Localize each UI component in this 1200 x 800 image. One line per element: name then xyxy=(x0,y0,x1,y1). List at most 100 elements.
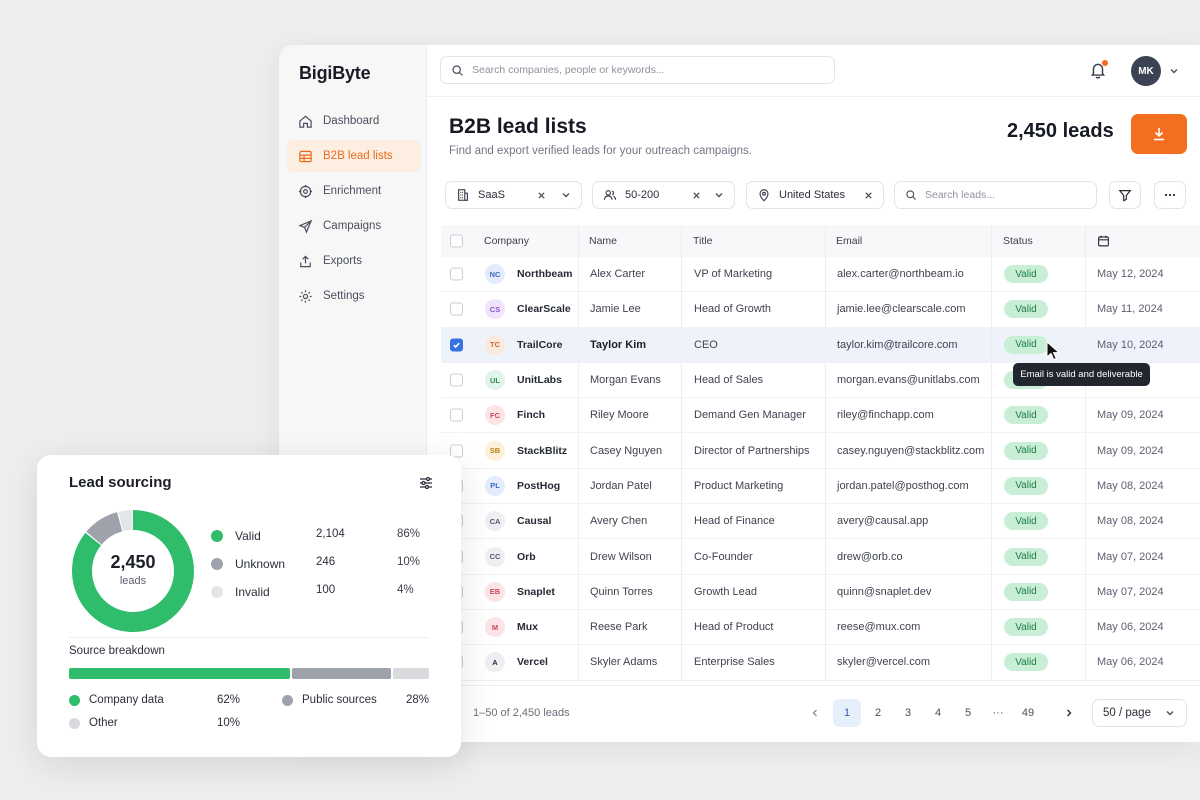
sidebar-item-dashboard[interactable]: Dashboard xyxy=(287,105,421,137)
column-header-company[interactable]: Company xyxy=(484,235,529,247)
avatar[interactable]: MK xyxy=(1131,56,1161,86)
lead-email[interactable]: riley@finchapp.com xyxy=(837,409,934,421)
page-button[interactable]: 5 xyxy=(954,699,982,727)
next-page-button[interactable] xyxy=(1055,699,1083,727)
lead-email[interactable]: reese@mux.com xyxy=(837,621,920,633)
row-checkbox[interactable] xyxy=(450,373,463,387)
table-row[interactable]: FC Finch Riley Moore Demand Gen Manager rile… xyxy=(441,398,1200,434)
lead-email[interactable]: drew@orb.co xyxy=(837,551,903,563)
sidebar-item-exports[interactable]: Exports xyxy=(287,245,421,277)
row-checkbox[interactable] xyxy=(450,338,463,352)
company-name[interactable]: Causal xyxy=(517,515,551,527)
page-button: ··· xyxy=(992,707,1004,719)
table-row[interactable]: SB StackBlitz Casey Nguyen Director of Part… xyxy=(441,433,1200,469)
company-name[interactable]: ClearScale xyxy=(517,303,571,315)
chevron-down-icon[interactable] xyxy=(1169,66,1179,76)
global-search-input[interactable]: Search companies, people or keywords... xyxy=(440,56,835,84)
table-row[interactable]: TC TrailCore Taylor Kim CEO taylor.kim@trail… xyxy=(441,327,1200,363)
lead-title: CEO xyxy=(694,338,718,351)
sidebar-item-settings[interactable]: Settings xyxy=(287,280,421,312)
lead-email[interactable]: taylor.kim@trailcore.com xyxy=(837,339,958,351)
lead-email[interactable]: morgan.evans@unitlabs.com xyxy=(837,374,980,386)
column-divider xyxy=(991,433,992,468)
sidebar-item-campaigns[interactable]: Campaigns xyxy=(287,210,421,242)
lead-search-input[interactable]: Search leads... xyxy=(894,181,1097,209)
status-badge: Valid xyxy=(1004,653,1048,672)
page-button[interactable]: 3 xyxy=(894,699,922,727)
page-button[interactable]: 1 xyxy=(833,699,861,727)
company-name[interactable]: Mux xyxy=(517,621,538,633)
chevron-down-icon[interactable] xyxy=(561,190,571,200)
status-badge: Valid xyxy=(1004,582,1048,601)
company-name[interactable]: Snaplet xyxy=(517,586,555,598)
lead-email[interactable]: avery@causal.app xyxy=(837,515,928,527)
topbar: Search companies, people or keywords... … xyxy=(427,45,1200,97)
column-header-status[interactable]: Status xyxy=(1003,235,1033,247)
column-header-title[interactable]: Title xyxy=(693,235,712,247)
source-dot xyxy=(69,695,80,706)
column-divider xyxy=(825,609,826,645)
company-name[interactable]: Finch xyxy=(517,409,545,421)
prev-page-button[interactable] xyxy=(801,699,829,727)
lead-email[interactable]: jordan.patel@posthog.com xyxy=(837,480,969,492)
chevron-down-icon[interactable] xyxy=(714,190,724,200)
column-divider xyxy=(825,362,826,398)
lead-email[interactable]: jamie.lee@clearscale.com xyxy=(837,303,966,315)
select-all-checkbox[interactable] xyxy=(450,234,463,248)
lead-email[interactable]: skyler@vercel.com xyxy=(837,656,930,668)
company-size-filter[interactable]: 50-200 xyxy=(592,181,735,209)
lead-name: Reese Park xyxy=(590,621,648,634)
column-header-email[interactable]: Email xyxy=(836,235,862,247)
lead-email[interactable]: quinn@snaplet.dev xyxy=(837,586,931,598)
industry-filter[interactable]: SaaS xyxy=(445,181,582,209)
source-dot xyxy=(282,695,293,706)
table-row[interactable]: NC Northbeam Alex Carter VP of Marketing ale… xyxy=(441,257,1200,293)
table-row[interactable]: M Mux Reese Park Head of Product reese@mux.c… xyxy=(441,609,1200,646)
column-divider xyxy=(1085,257,1086,292)
row-checkbox[interactable] xyxy=(450,302,463,316)
column-header-name[interactable]: Name xyxy=(589,235,617,247)
location-filter[interactable]: United States xyxy=(746,181,884,209)
page-subtitle: Find and export verified leads for your … xyxy=(449,145,752,157)
company-name[interactable]: StackBlitz xyxy=(517,445,567,457)
sliders-icon[interactable] xyxy=(418,475,434,491)
company-name[interactable]: Northbeam xyxy=(517,268,572,280)
sidebar-item-label: Campaigns xyxy=(323,220,382,232)
company-name[interactable]: Vercel xyxy=(517,656,548,668)
close-icon[interactable] xyxy=(864,191,873,200)
download-button[interactable] xyxy=(1131,114,1187,154)
table-row[interactable]: CA Causal Avery Chen Head of Finance avery@c… xyxy=(441,504,1200,540)
lead-email[interactable]: alex.carter@northbeam.io xyxy=(837,268,964,280)
close-icon[interactable] xyxy=(692,191,701,200)
column-divider xyxy=(578,504,579,539)
page-button[interactable]: 4 xyxy=(924,699,952,727)
company-name[interactable]: PostHog xyxy=(517,480,560,492)
sidebar-item-b2b-lead-lists[interactable]: B2B lead lists xyxy=(287,140,421,172)
table-row[interactable]: CC Orb Drew Wilson Co-Founder drew@orb.co Val… xyxy=(441,539,1200,575)
calendar-icon[interactable] xyxy=(1097,235,1110,248)
company-name[interactable]: Orb xyxy=(517,551,536,563)
lead-date: May 12, 2024 xyxy=(1097,268,1164,281)
page-button[interactable]: 49 xyxy=(1014,699,1042,727)
column-divider xyxy=(1085,574,1086,609)
donut-total-label: leads xyxy=(119,575,147,587)
filter-button[interactable] xyxy=(1109,181,1141,209)
more-options-button[interactable] xyxy=(1154,181,1186,209)
column-divider xyxy=(681,225,682,257)
sidebar-item-enrichment[interactable]: Enrichment xyxy=(287,175,421,207)
close-icon[interactable] xyxy=(537,191,546,200)
table-row[interactable]: PL PostHog Jordan Patel Product Marketing jo… xyxy=(441,468,1200,505)
company-name[interactable]: UnitLabs xyxy=(517,374,562,386)
row-checkbox[interactable] xyxy=(450,408,463,422)
column-divider xyxy=(991,362,992,398)
lead-search-placeholder: Search leads... xyxy=(925,189,996,201)
per-page-select[interactable]: 50 / page xyxy=(1092,699,1187,727)
company-name[interactable]: TrailCore xyxy=(517,339,563,351)
table-row[interactable]: CS ClearScale Jamie Lee Head of Growth jamie… xyxy=(441,292,1200,328)
row-checkbox[interactable] xyxy=(450,267,463,281)
column-divider xyxy=(578,539,579,574)
table-row[interactable]: A Vercel Skyler Adams Enterprise Sales skyle… xyxy=(441,645,1200,681)
lead-email[interactable]: casey.nguyen@stackblitz.com xyxy=(837,445,984,457)
page-button[interactable]: 2 xyxy=(864,699,892,727)
table-row[interactable]: EB Snaplet Quinn Torres Growth Lead quinn@sn… xyxy=(441,574,1200,610)
